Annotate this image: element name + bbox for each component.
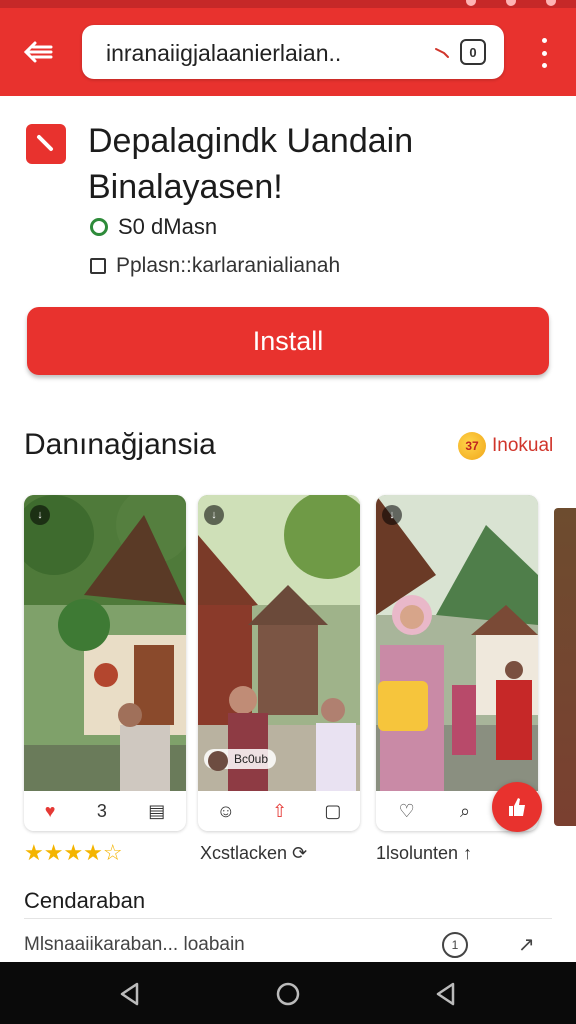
heart-icon[interactable]: ♥ [45, 801, 56, 822]
meta-label-2-text: 1lsolunten [376, 843, 459, 863]
overflow-menu-button[interactable] [532, 38, 556, 68]
play-icon[interactable]: ↓ [204, 505, 224, 525]
badge-icon: 37 [458, 432, 486, 460]
list-icon[interactable]: ▤ [148, 801, 165, 822]
refresh-icon[interactable]: ⟳ [292, 843, 307, 863]
tabs-icon[interactable]: 0 [460, 39, 486, 65]
download-count: S0 dMasn [90, 214, 217, 240]
card-2-actions: ☺ ⇧ ▢ [198, 791, 360, 831]
play-icon[interactable]: ↓ [382, 505, 402, 525]
footer-row-text[interactable]: Mlsnaaiikaraban... loabain [24, 934, 245, 956]
rating-stars: ★★★★☆ [24, 840, 123, 865]
nav-back-button[interactable] [114, 978, 146, 1010]
card-caption: Bc0ub [204, 749, 277, 771]
triangle-back-icon [120, 982, 139, 1006]
status-icons [466, 0, 556, 6]
trend-icon[interactable]: ↗ [518, 932, 535, 957]
section-link[interactable]: 37 Inokual [458, 432, 553, 460]
thumbs-up-icon [509, 798, 525, 816]
nav-recents-button[interactable] [430, 978, 462, 1010]
app-title-line2: Binalayasen! [88, 168, 283, 206]
screenshot-card-1[interactable]: ↓ ♥ 3 ▤ [24, 495, 186, 831]
footer-heading: Cendaraban [24, 888, 146, 913]
share-icon[interactable]: ⇧ [272, 801, 287, 822]
fab-button[interactable] [492, 782, 542, 832]
arrow-left-icon [23, 41, 53, 63]
divider [24, 918, 552, 919]
info-icon[interactable]: 1 [442, 932, 468, 958]
village-street-photo [376, 495, 538, 791]
browser-toolbar: inranaiigjalaanierlaian.. 0 [0, 8, 576, 96]
app-logo-icon [37, 135, 53, 151]
section-link-text: Inokual [492, 435, 554, 456]
meta-label-2: 1lsolunten ↑ [376, 843, 472, 864]
screenshot-card-3[interactable]: ↓ ♡ ⌕ [376, 495, 538, 831]
edit-icon[interactable] [434, 43, 450, 59]
app-title-line1: Depalagindk Uandain [88, 122, 414, 160]
checkbox-icon[interactable] [90, 258, 106, 274]
temple-courtyard-photo [198, 495, 360, 791]
promo-sticker [378, 681, 428, 731]
url-text[interactable]: inranaiigjalaanierlaian.. [106, 40, 436, 67]
play-icon[interactable]: ↓ [30, 505, 50, 525]
system-nav-bar [0, 962, 576, 1024]
screenshot-card-4-partial[interactable] [554, 508, 576, 826]
card-1-actions: ♥ 3 ▤ [24, 791, 186, 831]
nav-home-button[interactable] [272, 978, 304, 1010]
app-title: Depalagindk Uandain Binalayasen! [88, 118, 548, 210]
address-bar[interactable]: inranaiigjalaanierlaian.. 0 [82, 25, 504, 79]
comment-icon[interactable]: ▢ [324, 801, 341, 822]
back-button[interactable] [18, 32, 58, 72]
status-ring-icon [90, 218, 108, 236]
heart-outline-icon[interactable]: ♡ [399, 801, 415, 822]
search-icon[interactable]: ⌕ [460, 801, 470, 822]
permission-text: Pplasn::karlaranialianah [116, 254, 341, 277]
download-count-text: S0 dMasn [118, 214, 218, 239]
meta-label-1: Xcstlacken ⟳ [200, 843, 307, 864]
app-icon [26, 124, 66, 164]
meta-label-1-text: Xcstlacken [200, 843, 288, 863]
circle-home-icon [276, 982, 300, 1006]
village-house-photo [24, 495, 186, 791]
arrow-up-icon[interactable]: ↑ [463, 843, 472, 863]
status-bar [0, 0, 576, 8]
permission-row[interactable]: Pplasn::karlaranialianah [90, 254, 340, 278]
smile-icon[interactable]: ☺ [217, 801, 235, 822]
section-title: Danınağjansia [24, 428, 216, 461]
screenshot-card-2[interactable]: ↓ Bc0ub ☺ ⇧ ▢ [198, 495, 360, 831]
count-label: 3 [96, 800, 107, 821]
triangle-recents-icon [436, 982, 455, 1006]
install-button[interactable]: Install [27, 307, 549, 375]
